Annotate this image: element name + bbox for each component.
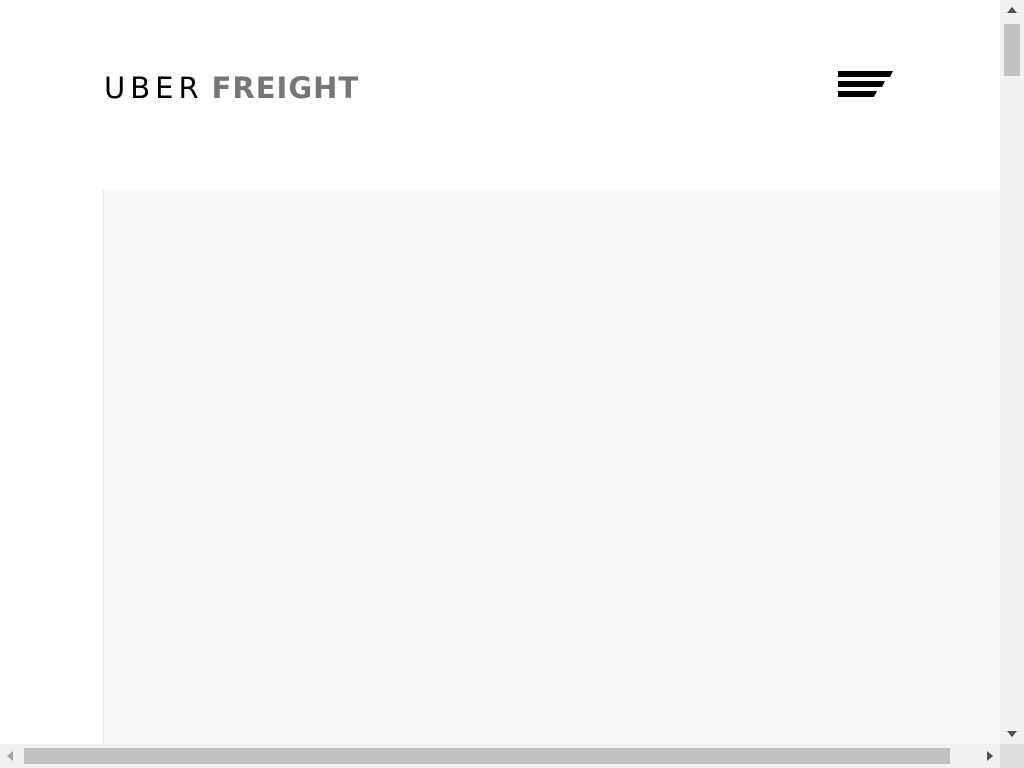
scroll-up-button[interactable]	[1000, 0, 1024, 20]
logo-uber-text: UBER	[104, 71, 204, 105]
site-header: UBER FREIGHT	[0, 0, 1000, 190]
arrow-right-icon	[987, 751, 993, 761]
hamburger-menu-icon	[838, 71, 893, 97]
arrow-up-icon	[1007, 7, 1017, 13]
menu-button[interactable]	[832, 64, 898, 108]
content-panel	[103, 190, 1000, 744]
scroll-right-button[interactable]	[980, 744, 1000, 768]
arrow-down-icon	[1007, 731, 1017, 737]
horizontal-scroll-thumb[interactable]	[24, 748, 950, 764]
uber-freight-logo[interactable]: UBER FREIGHT	[104, 70, 359, 106]
vertical-scrollbar[interactable]	[1000, 0, 1024, 744]
horizontal-scrollbar[interactable]	[0, 744, 1000, 768]
page-viewport: UBER FREIGHT	[0, 0, 1000, 744]
scroll-down-button[interactable]	[1000, 724, 1024, 744]
scroll-left-button[interactable]	[0, 744, 20, 768]
logo-freight-text: FREIGHT	[211, 71, 360, 105]
vertical-scroll-thumb[interactable]	[1004, 24, 1020, 76]
scrollbar-corner	[1000, 744, 1024, 768]
arrow-left-icon	[7, 751, 13, 761]
